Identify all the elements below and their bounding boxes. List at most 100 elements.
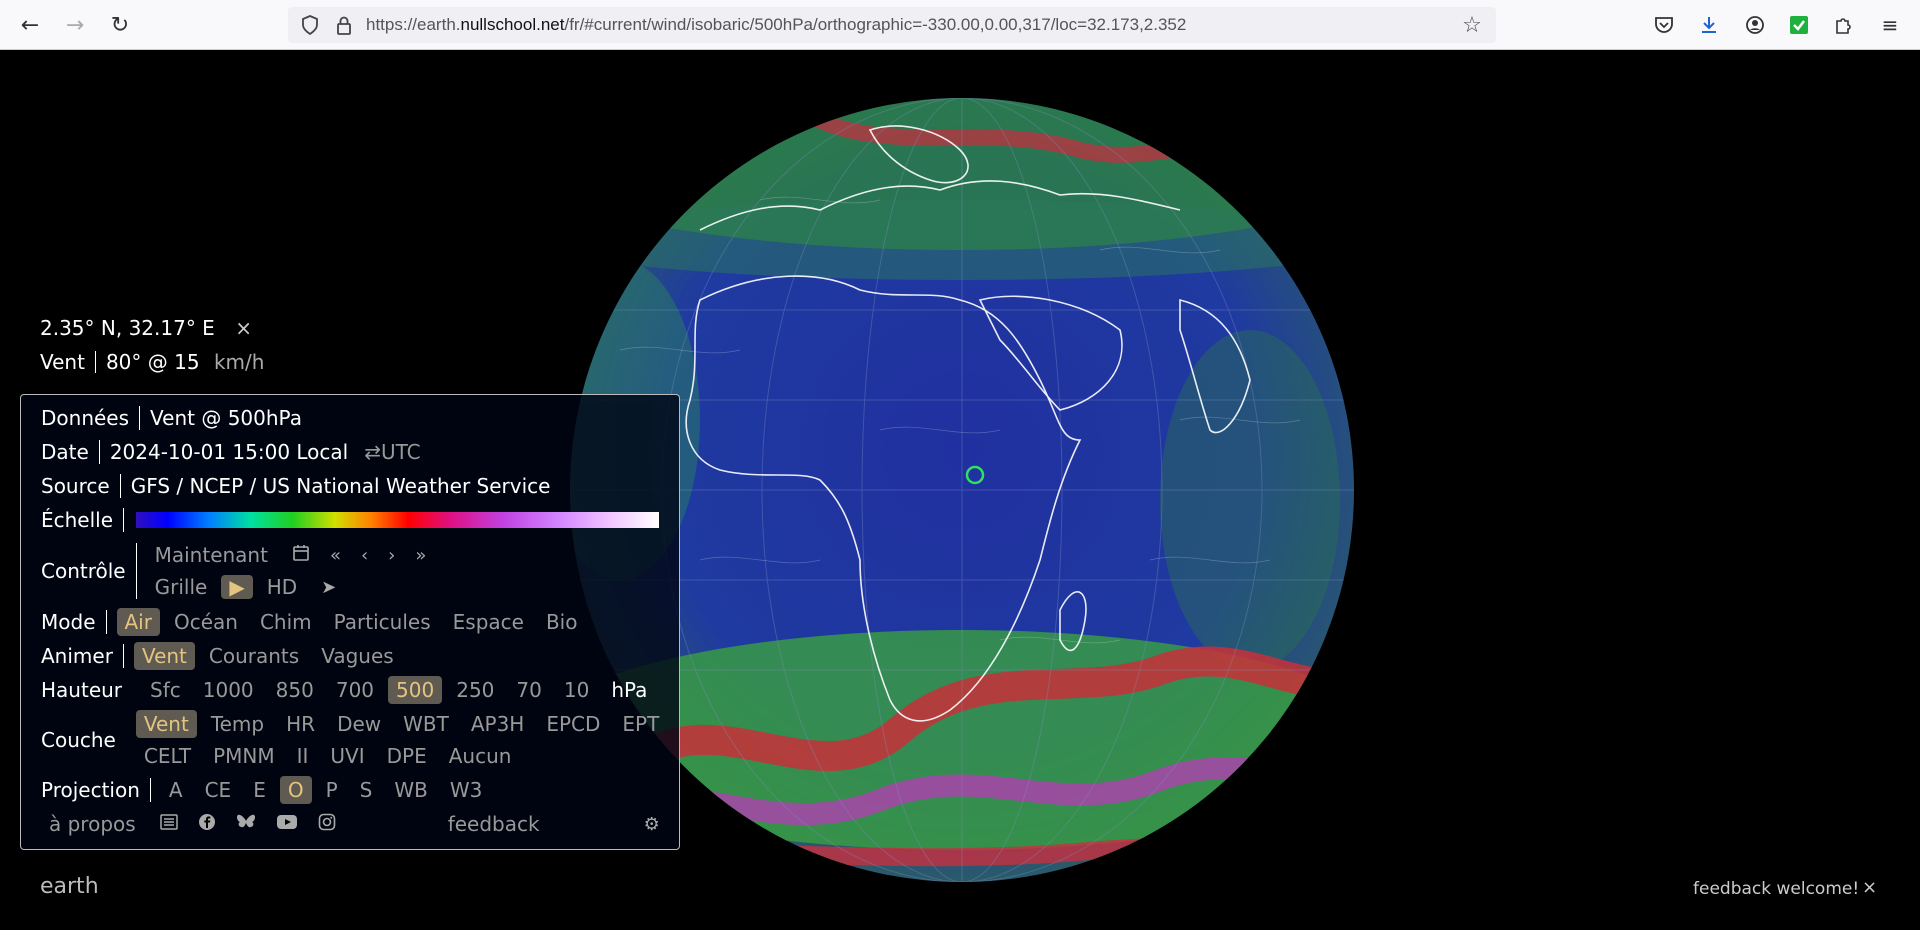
scale-row: Échelle	[41, 503, 659, 537]
mode-particles[interactable]: Particules	[326, 608, 439, 636]
bookmark-star-icon[interactable]: ☆	[1458, 11, 1486, 39]
layer-ept[interactable]: EPT	[614, 710, 667, 738]
utc-toggle[interactable]: ⇄UTC	[364, 440, 420, 464]
height-500[interactable]: 500	[388, 676, 443, 704]
date-row: Date 2024-10-01 15:00 Local ⇄UTC	[41, 435, 659, 469]
bluesky-icon[interactable]	[226, 813, 266, 836]
layer-wbt[interactable]: WBT	[395, 710, 457, 738]
layer-dew[interactable]: Dew	[329, 710, 389, 738]
control-panel: Données Vent @ 500hPa Date 2024-10-01 15…	[20, 394, 680, 850]
projection-row: Projection A CE E O P S WB W3	[41, 773, 659, 807]
step-back-icon[interactable]: ‹	[351, 545, 378, 566]
forward-fast-icon[interactable]: »	[405, 545, 436, 566]
shield-icon[interactable]	[296, 11, 324, 39]
facebook-icon[interactable]	[188, 813, 226, 836]
layer-pmnm[interactable]: PMNM	[205, 742, 283, 770]
account-icon[interactable]	[1741, 11, 1769, 39]
address-bar[interactable]: https://earth.nullschool.net/fr/#current…	[288, 7, 1496, 43]
height-850[interactable]: 850	[268, 676, 322, 704]
control-label: Contrôle	[41, 559, 126, 583]
settings-gear-icon[interactable]: ⚙	[634, 814, 670, 835]
projection-p[interactable]: P	[318, 776, 346, 804]
data-row: Données Vent @ 500hPa	[41, 401, 659, 435]
layer-wind[interactable]: Vent	[135, 710, 197, 738]
back-icon[interactable]: ←	[15, 10, 45, 40]
layer-ii[interactable]: II	[289, 742, 317, 770]
download-icon[interactable]	[1695, 11, 1723, 39]
animate-waves[interactable]: Vagues	[313, 642, 401, 670]
location-info: 2.35° N, 32.17° E × Vent 80° @ 15 km/h	[40, 311, 264, 379]
mode-bio[interactable]: Bio	[538, 608, 586, 636]
layer-ap3h[interactable]: AP3H	[463, 710, 533, 738]
height-label: Hauteur	[41, 678, 123, 702]
feedback-link[interactable]: feedback	[440, 810, 548, 838]
color-scale-bar[interactable]	[136, 512, 659, 528]
height-row: Hauteur Sfc 1000 850 700 500 250 70 10 h…	[41, 673, 659, 707]
earth-menu-toggle[interactable]: earth	[40, 874, 99, 899]
animate-currents[interactable]: Courants	[201, 642, 307, 670]
layer-uvi[interactable]: UVI	[322, 742, 372, 770]
height-10[interactable]: 10	[556, 676, 597, 704]
location-wind-value: 80° @ 15	[105, 350, 200, 374]
rewind-fast-icon[interactable]: «	[320, 545, 351, 566]
grid-toggle[interactable]: Grille	[147, 573, 216, 601]
feedback-welcome-text[interactable]: feedback welcome!	[1693, 879, 1859, 899]
browser-toolbar: ← → ↻ https://earth.nullschool.net/fr/#c…	[0, 0, 1920, 50]
projection-label: Projection	[41, 778, 140, 802]
extensions-icon[interactable]	[1829, 11, 1857, 39]
control-row: Contrôle Maintenant « ‹ › » Grille ▶ HD …	[41, 537, 659, 605]
pocket-icon[interactable]	[1650, 11, 1678, 39]
projection-s[interactable]: S	[352, 776, 381, 804]
projection-w3[interactable]: W3	[442, 776, 491, 804]
mode-label: Mode	[41, 610, 96, 634]
hd-toggle[interactable]: HD	[259, 573, 305, 601]
youtube-icon[interactable]	[266, 814, 308, 835]
layer-dpe[interactable]: DPE	[379, 742, 435, 770]
height-70[interactable]: 70	[508, 676, 549, 704]
scale-label: Échelle	[41, 508, 114, 532]
source-row: Source GFS / NCEP / US National Weather …	[41, 469, 659, 503]
close-icon[interactable]: ×	[1862, 877, 1877, 898]
height-250[interactable]: 250	[448, 676, 502, 704]
height-sfc[interactable]: Sfc	[142, 676, 189, 704]
layer-celt[interactable]: CELT	[136, 742, 199, 770]
projection-e[interactable]: E	[245, 776, 274, 804]
mode-ocean[interactable]: Océan	[166, 608, 246, 636]
location-arrow-icon[interactable]: ➤	[311, 577, 346, 598]
projection-wb[interactable]: WB	[386, 776, 436, 804]
footer-row: à propos feedback ⚙	[41, 807, 660, 841]
menu-icon[interactable]: ≡	[1876, 11, 1904, 39]
height-unit[interactable]: hPa	[603, 676, 655, 704]
data-label: Données	[41, 406, 130, 430]
date-value[interactable]: 2024-10-01 15:00 Local	[110, 440, 348, 464]
animate-wind[interactable]: Vent	[133, 642, 195, 670]
close-location-icon[interactable]: ×	[235, 316, 252, 340]
location-wind-unit[interactable]: km/h	[214, 350, 264, 374]
reload-icon[interactable]: ↻	[105, 10, 135, 40]
animate-label: Animer	[41, 644, 113, 668]
projection-a[interactable]: A	[161, 776, 191, 804]
now-button[interactable]: Maintenant	[147, 541, 276, 569]
projection-ce[interactable]: CE	[197, 776, 240, 804]
news-icon[interactable]	[150, 813, 188, 835]
instagram-icon[interactable]	[308, 813, 346, 836]
forward-icon[interactable]: →	[60, 10, 90, 40]
mode-air[interactable]: Air	[116, 608, 160, 636]
layer-hr[interactable]: HR	[278, 710, 323, 738]
about-link[interactable]: à propos	[41, 810, 144, 838]
step-forward-icon[interactable]: ›	[378, 545, 405, 566]
calendar-icon[interactable]	[282, 544, 320, 567]
extension-check-icon[interactable]	[1785, 11, 1813, 39]
projection-o[interactable]: O	[279, 776, 312, 804]
layer-epcd[interactable]: EPCD	[538, 710, 608, 738]
source-value: GFS / NCEP / US National Weather Service	[130, 474, 551, 498]
mode-chem[interactable]: Chim	[252, 608, 320, 636]
mode-space[interactable]: Espace	[445, 608, 532, 636]
height-1000[interactable]: 1000	[195, 676, 262, 704]
lock-icon[interactable]	[330, 11, 358, 39]
play-icon[interactable]: ▶	[221, 575, 253, 599]
url-text[interactable]: https://earth.nullschool.net/fr/#current…	[366, 15, 1186, 35]
height-700[interactable]: 700	[328, 676, 382, 704]
layer-temp[interactable]: Temp	[203, 710, 272, 738]
layer-none[interactable]: Aucun	[441, 742, 520, 770]
